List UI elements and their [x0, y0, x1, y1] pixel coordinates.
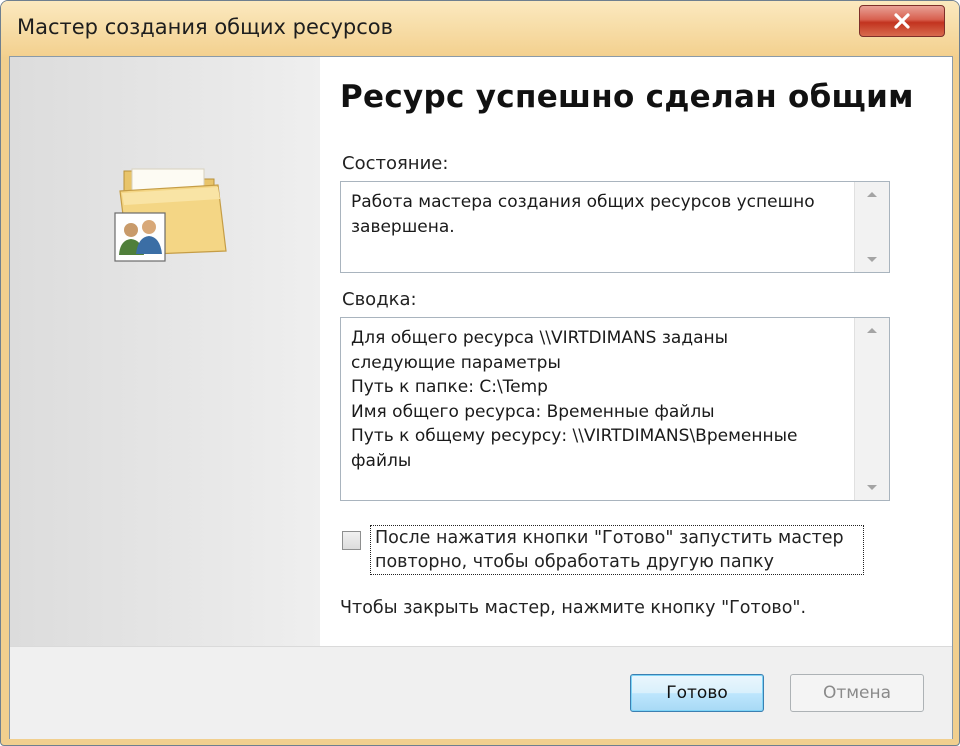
status-scrollbar[interactable] — [854, 182, 889, 272]
page-title: Ресурс успешно сделан общим — [340, 79, 914, 115]
close-icon — [893, 13, 911, 29]
wizard-content: Ресурс успешно сделан общим Состояние: Р… — [320, 57, 952, 646]
close-hint: Чтобы закрыть мастер, нажмите кнопку "Го… — [340, 598, 807, 618]
scroll-down-arrow-icon[interactable] — [867, 485, 877, 490]
rerun-checkbox[interactable] — [342, 531, 361, 550]
summary-textbox[interactable]: Для общего ресурса \\VIRTDIMANS заданы с… — [340, 317, 890, 501]
status-text: Работа мастера создания общих ресурсов у… — [351, 192, 815, 237]
finish-button[interactable]: Готово — [630, 674, 764, 712]
window-title: Мастер создания общих ресурсов — [17, 15, 393, 39]
summary-scrollbar[interactable] — [854, 318, 889, 500]
status-label: Состояние: — [342, 153, 449, 174]
rerun-option[interactable]: После нажатия кнопки "Готово" запустить … — [340, 525, 864, 577]
button-bar: Готово Отмена — [10, 646, 952, 739]
title-bar[interactable]: Мастер создания общих ресурсов — [1, 1, 959, 57]
rerun-checkbox-label[interactable]: После нажатия кнопки "Готово" запустить … — [370, 525, 864, 575]
scroll-down-arrow-icon[interactable] — [867, 257, 877, 262]
wizard-body: Ресурс успешно сделан общим Состояние: Р… — [9, 56, 953, 739]
close-button[interactable] — [859, 5, 945, 37]
cancel-button[interactable]: Отмена — [790, 674, 924, 712]
summary-label: Сводка: — [342, 289, 417, 310]
scroll-up-arrow-icon[interactable] — [867, 192, 877, 197]
summary-text: Для общего ресурса \\VIRTDIMANS заданы с… — [351, 328, 798, 471]
shared-folder-icon — [114, 155, 238, 265]
status-textbox[interactable]: Работа мастера создания общих ресурсов у… — [340, 181, 890, 273]
wizard-side-panel — [10, 57, 320, 646]
wizard-window: Мастер создания общих ресурсов Ресурс ус… — [0, 0, 960, 746]
scroll-up-arrow-icon[interactable] — [867, 328, 877, 333]
